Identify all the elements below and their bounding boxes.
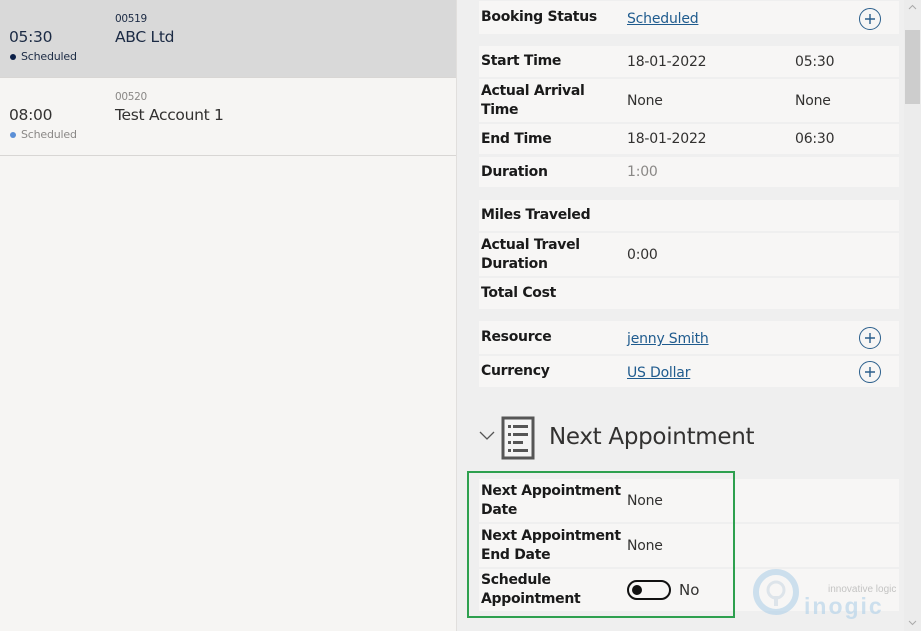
list-form-icon (501, 416, 535, 460)
toggle-state-label: No (679, 581, 700, 599)
plus-icon (865, 367, 875, 377)
plus-icon (865, 333, 875, 343)
booking-number: 00519 (115, 13, 147, 25)
booking-list-item[interactable]: 08:00 Scheduled 00520 Test Account 1 (0, 78, 456, 156)
resource-link[interactable]: jenny Smith (627, 331, 709, 347)
field-label: Next Appointment Date (481, 483, 621, 518)
currency-link[interactable]: US Dollar (627, 365, 690, 381)
field-label: Miles Traveled (481, 207, 591, 223)
field-label: Currency (481, 363, 550, 379)
field-end-time: End Time 18-01-2022 06:30 (479, 124, 899, 154)
field-actual-travel-duration: Actual Travel Duration 0:00 (479, 233, 899, 276)
booking-time: 08:00 (9, 106, 53, 124)
scroll-up-arrow-icon[interactable] (904, 0, 921, 16)
field-label: Duration (481, 164, 548, 180)
booking-number: 00520 (115, 91, 147, 103)
toggle-knob (632, 585, 642, 595)
scrollbar-thumb[interactable] (905, 30, 920, 104)
actual-travel-duration-value[interactable]: 0:00 (627, 247, 658, 263)
status-dot-icon (10, 131, 16, 138)
end-date-value[interactable]: 18-01-2022 (627, 131, 707, 147)
next-appointment-date-value[interactable]: None (627, 493, 663, 509)
field-schedule-appointment: Schedule Appointment No (479, 569, 899, 611)
booking-status-label: Scheduled (21, 128, 77, 141)
end-time-value[interactable]: 06:30 (795, 131, 835, 147)
field-booking-status: Booking Status Scheduled (479, 1, 899, 34)
field-next-appointment-date: Next Appointment Date None (479, 479, 899, 522)
vertical-scrollbar[interactable] (904, 0, 921, 631)
field-label: Total Cost (481, 285, 557, 301)
start-date-value[interactable]: 18-01-2022 (627, 54, 707, 70)
booking-account-name: Test Account 1 (115, 106, 224, 124)
field-label: Booking Status (481, 9, 597, 25)
field-resource: Resource jenny Smith (479, 321, 899, 354)
section-title: Next Appointment (549, 424, 755, 450)
field-label: Actual Travel Duration (481, 237, 580, 272)
field-label: Resource (481, 329, 552, 345)
scroll-down-arrow-icon[interactable] (904, 615, 921, 631)
field-total-cost: Total Cost (479, 278, 899, 309)
next-appointment-section-header: Next Appointment (479, 412, 879, 462)
field-duration: Duration 1:00 (479, 157, 899, 187)
field-label: Schedule Appointment (481, 572, 581, 607)
field-miles-traveled: Miles Traveled (479, 200, 899, 231)
booking-detail-form: Booking Status Scheduled Start Time 18-0… (458, 0, 904, 631)
booking-status: Scheduled (10, 128, 77, 141)
field-next-appointment-end-date: Next Appointment End Date None (479, 524, 899, 567)
field-label: Start Time (481, 53, 562, 69)
duration-value: 1:00 (627, 164, 658, 180)
add-resource-button[interactable] (859, 327, 881, 349)
actual-arrival-time-value[interactable]: None (795, 93, 831, 109)
bookings-list: 05:30 Scheduled 00519 ABC Ltd 08:00 Sche… (0, 0, 457, 631)
plus-icon (865, 14, 875, 24)
add-booking-status-button[interactable] (859, 8, 881, 30)
field-label: Actual Arrival Time (481, 83, 585, 118)
field-label: Next Appointment End Date (481, 528, 621, 563)
actual-arrival-date-value[interactable]: None (627, 93, 663, 109)
field-start-time: Start Time 18-01-2022 05:30 (479, 46, 899, 77)
add-currency-button[interactable] (859, 361, 881, 383)
booking-list-item[interactable]: 05:30 Scheduled 00519 ABC Ltd (0, 0, 456, 78)
field-actual-arrival-time: Actual Arrival Time None None (479, 79, 899, 122)
chevron-down-icon[interactable] (479, 429, 495, 441)
booking-status-label: Scheduled (21, 50, 77, 63)
start-time-value[interactable]: 05:30 (795, 54, 835, 70)
schedule-appointment-toggle[interactable] (627, 580, 671, 600)
status-dot-icon (10, 53, 16, 60)
field-label: End Time (481, 131, 552, 147)
field-currency: Currency US Dollar (479, 356, 899, 387)
booking-status: Scheduled (10, 50, 77, 63)
booking-status-link[interactable]: Scheduled (627, 11, 699, 27)
next-appointment-end-date-value[interactable]: None (627, 538, 663, 554)
booking-account-name: ABC Ltd (115, 28, 175, 46)
booking-time: 05:30 (9, 28, 53, 46)
